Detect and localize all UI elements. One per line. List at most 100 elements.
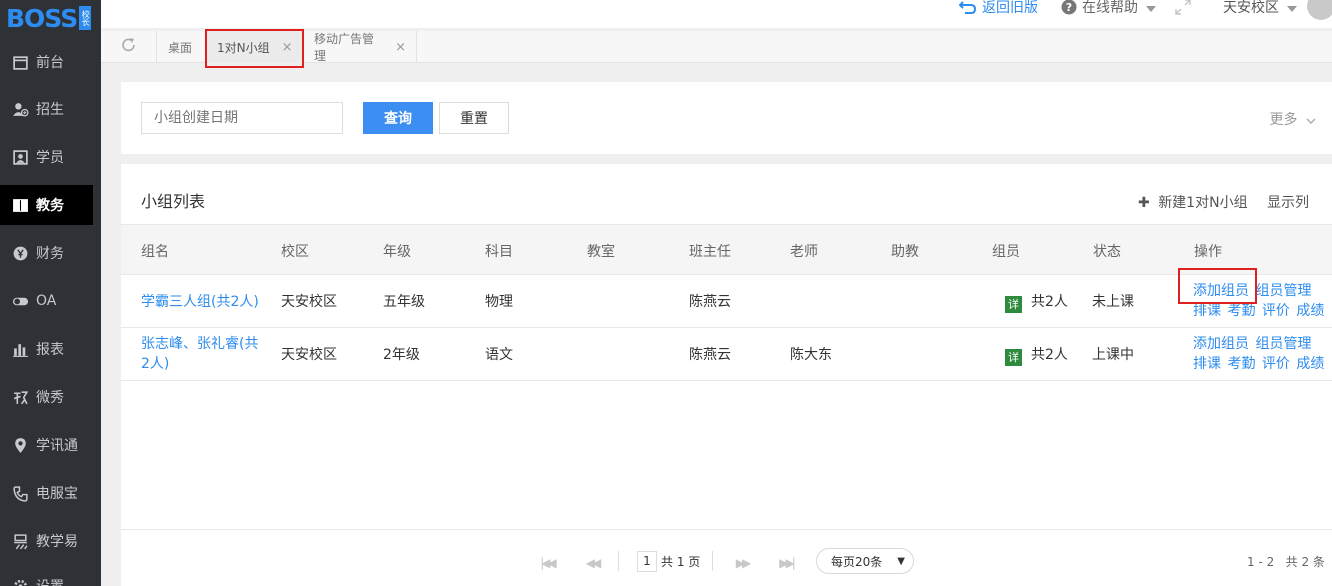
add-member-link[interactable]: 添加组员 [1193,283,1249,299]
back-to-old-version-label: 返回旧版 [982,0,1038,16]
prev-page-icon: ◀◀ [585,556,602,570]
sidebar-item-label: 报表 [36,342,64,358]
show-columns-button[interactable]: 显示列 [1267,192,1309,212]
back-to-old-version-link[interactable]: 返回旧版 [958,0,1038,17]
tab-mobile-ads[interactable]: 移动广告管理 × [304,31,417,63]
more-filters-toggle[interactable]: 更多 [1270,109,1316,129]
sidebar-item-label: 微秀 [36,390,64,406]
grade-cell: 五年级 [383,294,425,310]
yen-icon [11,244,29,262]
row-actions: 添加组员 组员管理 排课 考勤 评价 成绩 [1193,334,1329,374]
detail-badge[interactable]: 详 [1005,296,1022,313]
gear-icon [11,577,29,586]
status-cell: 未上课 [1092,294,1134,310]
group-name-link[interactable]: 学霸三人组(共2人) [141,291,259,311]
attendance-link[interactable]: 考勤 [1227,303,1255,319]
scores-link[interactable]: 成绩 [1296,356,1324,372]
sidebar-item-label: 学讯通 [36,438,78,454]
campus-cell: 天安校区 [281,347,337,363]
calendar-icon [11,53,29,71]
logo-badge: 校长 [79,6,92,30]
attendance-link[interactable]: 考勤 [1227,356,1255,372]
list-title: 小组列表 [141,192,206,211]
tab-label: 桌面 [168,40,193,55]
sidebar-item-dianfubao[interactable]: 电服宝 [0,473,101,513]
group-name-link[interactable]: 张志峰、张礼睿(共 2人) [141,334,273,374]
sidebar-item-xuexuntong[interactable]: 学讯通 [0,425,101,465]
svg-text:?: ? [1066,1,1072,14]
page-size-select[interactable]: 每页20条 ▼ [816,548,914,574]
group-list-panel: 小组列表 ✚ 新建1对N小组 显示列 组名 校区 年级 科目 教室 班主任 老师… [121,164,1332,586]
user-avatar[interactable] [1307,0,1332,20]
sidebar-item-academic[interactable]: 教务 [0,185,93,225]
first-page-icon: |◀◀ [540,556,556,570]
query-button[interactable]: 查询 [363,102,433,134]
sidebar-item-students[interactable]: 学员 [0,137,101,177]
weixiu-icon [11,388,29,406]
sidebar-item-weixiu[interactable]: 微秀 [0,377,101,417]
page-number-input[interactable]: 1 [637,551,657,572]
members-cell: 详共2人 [1005,291,1068,313]
student-card-icon [11,148,29,166]
teacher-cell: 陈大东 [790,347,832,363]
sidebar-item-enrollment[interactable]: 招生 [0,89,101,129]
subject-cell: 物理 [485,294,513,310]
filter-panel: 查询 重置 更多 [121,82,1332,154]
new-group-button[interactable]: ✚ 新建1对N小组 [1138,192,1248,212]
close-icon[interactable]: × [395,40,406,55]
member-manage-link[interactable]: 组员管理 [1255,283,1311,299]
sidebar-item-label: 财务 [36,246,64,262]
prev-page-button[interactable]: ◀◀ [579,550,605,576]
last-page-button[interactable]: ▶▶| [773,550,799,576]
boss-logo[interactable]: BOSS 校长 [0,0,101,36]
plus-icon: ✚ [1138,195,1150,211]
table-row: 学霸三人组(共2人) 天安校区 五年级 物理 陈燕云 详共2人 未上课 添加组员… [121,275,1332,328]
sidebar-item-label: 设置 [36,576,64,586]
group-name-line: 张志峰、张礼睿(共 [141,336,259,352]
next-page-button[interactable]: ▶▶ [729,550,755,576]
member-manage-link[interactable]: 组员管理 [1255,336,1311,352]
last-page-icon: ▶▶| [779,556,795,570]
page-size-label: 每页20条 [831,554,883,569]
scores-link[interactable]: 成绩 [1296,303,1324,319]
sidebar-item-label: OA [36,293,57,309]
add-user-icon [11,100,29,118]
sidebar-item-label: 前台 [36,55,64,71]
sidebar-item-reports[interactable]: 报表 [0,329,101,369]
sidebar: BOSS 校长 前台 招生 学员 教务 财务 OA 报表 微秀 学讯通 电服宝 [0,0,101,586]
caret-down-icon [1146,1,1156,15]
schedule-link[interactable]: 排课 [1193,356,1221,372]
table-header: 组名 校区 年级 科目 教室 班主任 老师 助教 组员 状态 操作 [121,224,1332,275]
subject-cell: 语文 [485,347,513,363]
add-member-link[interactable]: 添加组员 [1193,336,1249,352]
online-help-menu[interactable]: ? 在线帮助 [1061,0,1156,16]
undo-icon [958,0,977,17]
sidebar-item-finance[interactable]: 财务 [0,233,101,273]
first-page-button[interactable]: |◀◀ [534,550,560,576]
reset-button[interactable]: 重置 [439,102,509,134]
refresh-button[interactable] [101,31,157,63]
detail-badge[interactable]: 详 [1005,349,1022,366]
sidebar-item-oa[interactable]: OA [0,281,101,321]
chevron-down-icon [1306,112,1316,128]
column-header: 老师 [790,244,818,260]
campus-cell: 天安校区 [281,294,337,310]
teach-icon [11,532,29,550]
new-group-label: 新建1对N小组 [1158,195,1248,211]
evaluate-link[interactable]: 评价 [1262,356,1290,372]
sidebar-item-jiaoxueyi[interactable]: 教学易 [0,521,101,561]
tab-1-to-n-group[interactable]: 1对N小组 × [207,31,304,63]
row-actions: 添加组员 组员管理 排课 考勤 评价 成绩 [1193,281,1329,321]
group-created-date-input[interactable] [141,102,343,134]
schedule-link[interactable]: 排课 [1193,303,1221,319]
sidebar-item-settings[interactable]: 设置 [0,566,101,586]
sidebar-item-frontdesk[interactable]: 前台 [0,42,101,82]
members-cell: 详共2人 [1005,344,1068,366]
column-header: 助教 [891,244,919,260]
fullscreen-button[interactable] [1175,0,1191,16]
evaluate-link[interactable]: 评价 [1262,303,1290,319]
campus-selector[interactable]: 天安校区 [1223,0,1297,16]
close-icon[interactable]: × [282,40,293,55]
tab-desktop[interactable]: 桌面 [158,31,207,63]
caret-down-icon: ▼ [897,555,905,567]
